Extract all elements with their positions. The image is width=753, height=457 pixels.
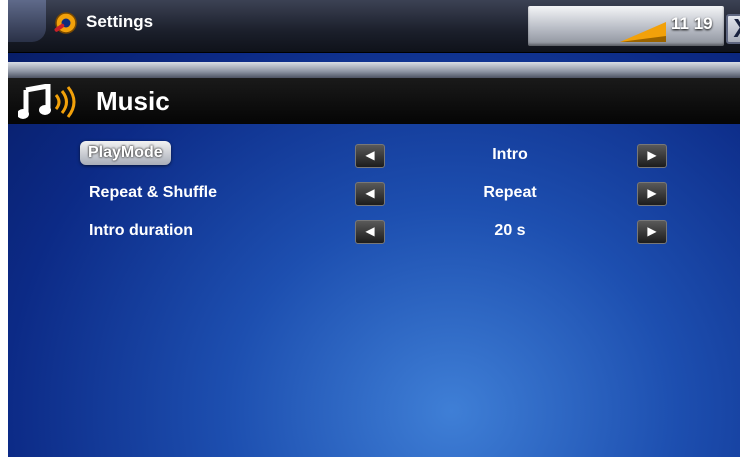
arrow-right-icon: ▶ (647, 186, 657, 200)
arrow-left-icon: ◀ (365, 148, 375, 162)
signal-icon (620, 22, 666, 42)
music-icon (18, 84, 76, 119)
frame-right (740, 0, 753, 457)
repeat-shuffle-prev-button[interactable]: ◀ (355, 182, 385, 206)
setting-label-playmode[interactable]: PlayMode (80, 141, 171, 165)
frame-left (0, 0, 8, 457)
intro-duration-prev-button[interactable]: ◀ (355, 220, 385, 244)
settings-icon (54, 12, 77, 34)
screen: Settings 11 19 X Music PlayMode ◀ Intro … (0, 0, 753, 457)
playmode-prev-button[interactable]: ◀ (355, 144, 385, 168)
setting-value-repeat-shuffle: Repeat (483, 184, 537, 201)
top-bar: Settings 11 19 X (0, 0, 753, 53)
arrow-left-icon: ◀ (365, 224, 375, 238)
divider (0, 62, 753, 78)
section-title: Music (96, 86, 170, 116)
arrow-right-icon: ▶ (647, 148, 657, 162)
arrow-right-icon: ▶ (647, 224, 657, 238)
setting-value-playmode: Intro (492, 146, 528, 163)
arrow-left-icon: ◀ (365, 186, 375, 200)
setting-label-intro-duration[interactable]: Intro duration (89, 222, 193, 240)
repeat-shuffle-next-button[interactable]: ▶ (637, 182, 667, 206)
topbar-title: Settings (86, 12, 154, 31)
intro-duration-next-button[interactable]: ▶ (637, 220, 667, 244)
playmode-next-button[interactable]: ▶ (637, 144, 667, 168)
clock: 11 19 (671, 14, 713, 33)
setting-label-repeat-shuffle[interactable]: Repeat & Shuffle (89, 184, 217, 202)
setting-value-intro-duration: 20 s (494, 222, 526, 239)
